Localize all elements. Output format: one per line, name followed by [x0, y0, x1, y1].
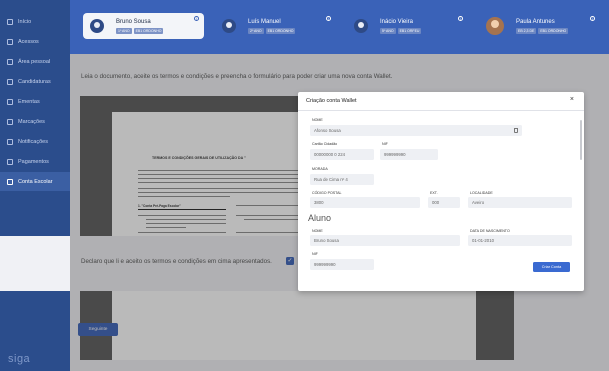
bell-icon — [7, 138, 13, 145]
sidebar-item-area-pessoal[interactable]: Área pessoal — [0, 52, 70, 71]
calendar-icon — [7, 118, 13, 125]
student-card-luis-manuel[interactable]: Luís Manuel 2º ANO EB1 ORDONHO i — [215, 13, 336, 39]
avatar — [222, 19, 236, 33]
nif-field[interactable]: 999999990 — [380, 149, 438, 160]
create-wallet-modal: Criação conta Wallet × NOME Afonso Sousa… — [298, 92, 584, 291]
modal-scrollbar[interactable] — [580, 120, 582, 160]
aluno-section-heading: Aluno — [308, 213, 332, 223]
utensils-icon — [7, 98, 13, 105]
brand-logo: siga — [8, 353, 31, 365]
aluno-nif-label: NIF — [312, 252, 318, 256]
student-name: Bruno Sousa — [116, 18, 151, 25]
data-nascimento-field[interactable]: 01-01-2010 — [468, 235, 572, 246]
student-card-bruno-sousa[interactable]: Bruno Sousa 1º ANO EB1 ORDONHO i — [83, 13, 204, 39]
school-badge: EB1 ORDONHO — [538, 27, 569, 34]
morada-field[interactable]: Rua de Cima nº 4 — [310, 174, 374, 185]
sidebar-item-label: Marcações — [18, 118, 45, 125]
nome-label: NOME — [312, 118, 323, 122]
cartao-cidadao-field[interactable]: 00000000 0 224 — [310, 149, 374, 160]
morada-label: MORADA — [312, 167, 328, 171]
ext-field[interactable]: 000 — [428, 197, 460, 208]
sidebar: Início Acessos Área pessoal Candidaturas… — [0, 0, 70, 371]
home-icon — [7, 18, 13, 25]
ext-label: EXT. — [430, 191, 438, 195]
modal-divider — [298, 110, 584, 111]
data-nascimento-label: DATA DE NASCIMENTO — [470, 229, 510, 233]
aluno-nif-field[interactable]: 999999990 — [310, 259, 374, 270]
payment-icon — [7, 158, 13, 165]
student-name: Paula Antunes — [516, 18, 555, 25]
avatar — [486, 17, 504, 35]
nome-value: Afonso Sousa — [314, 128, 341, 133]
sidebar-item-candidaturas[interactable]: Candidaturas — [0, 72, 70, 91]
student-name: Inácio Vieira — [380, 18, 413, 25]
create-account-button[interactable]: Criar Conta — [533, 262, 570, 272]
sidebar-item-label: Candidaturas — [18, 78, 51, 85]
localidade-field[interactable]: Aveiro — [468, 197, 572, 208]
student-selector-bar: Bruno Sousa 1º ANO EB1 ORDONHO i Luís Ma… — [70, 0, 609, 54]
avatar — [354, 19, 368, 33]
sidebar-item-acessos[interactable]: Acessos — [0, 32, 70, 51]
close-icon[interactable]: × — [570, 96, 574, 103]
avatar — [90, 19, 104, 33]
grade-badge: 2º ANO — [248, 27, 264, 34]
school-badge: EB1 ORFEU — [397, 27, 422, 34]
cc-label: Cartão Cidadão — [312, 142, 338, 146]
key-icon — [7, 38, 13, 45]
sidebar-item-ementas[interactable]: Ementas — [0, 92, 70, 111]
localidade-label: LOCALIDADE — [470, 191, 493, 195]
student-name: Luís Manuel — [248, 18, 281, 25]
codigo-postal-field[interactable]: 3800 — [310, 197, 420, 208]
sidebar-item-label: Início — [18, 18, 32, 25]
sidebar-item-notificacoes[interactable]: Notificações — [0, 132, 70, 151]
clipboard-icon — [7, 78, 13, 85]
school-badge: EB1 ORDONHO — [265, 27, 296, 34]
sidebar-item-label: Notificações — [18, 138, 48, 145]
grade-badge: 5º ANO — [380, 27, 396, 34]
grade-badge: EB 2,3 DE — [516, 27, 537, 34]
student-card-paula-antunes[interactable]: Paula Antunes EB 2,3 DE EB1 ORDONHO i — [479, 13, 600, 39]
nif-label: NIF — [382, 142, 388, 146]
nome-field[interactable]: Afonso Sousa — [310, 125, 522, 136]
user-icon — [7, 58, 13, 65]
aluno-nome-field[interactable]: Bruno Sousa — [310, 235, 460, 246]
info-icon[interactable]: i — [326, 16, 331, 21]
sidebar-item-conta-escolar[interactable]: Conta Escolar — [0, 172, 70, 191]
sidebar-menu: Início Acessos Área pessoal Candidaturas… — [0, 0, 70, 191]
aluno-nome-label: NOME — [312, 229, 323, 233]
sidebar-item-pagamentos[interactable]: Pagamentos — [0, 152, 70, 171]
sidebar-item-label: Ementas — [18, 98, 40, 105]
grade-badge: 1º ANO — [116, 27, 132, 34]
info-icon[interactable]: i — [194, 16, 199, 21]
trash-icon[interactable] — [514, 128, 518, 133]
sidebar-item-marcacoes[interactable]: Marcações — [0, 112, 70, 131]
sidebar-item-label: Acessos — [18, 38, 39, 45]
card-icon — [7, 178, 13, 185]
student-card-inacio-vieira[interactable]: Inácio Vieira 5º ANO EB1 ORFEU i — [347, 13, 468, 39]
info-icon[interactable]: i — [590, 16, 595, 21]
sidebar-item-label: Conta Escolar — [18, 178, 53, 185]
modal-title: Criação conta Wallet — [306, 98, 357, 104]
school-badge: EB1 ORDONHO — [133, 27, 164, 34]
sidebar-item-label: Área pessoal — [18, 58, 51, 65]
codigo-postal-label: CÓDIGO POSTAL — [312, 191, 342, 195]
info-icon[interactable]: i — [458, 16, 463, 21]
sidebar-item-label: Pagamentos — [18, 158, 49, 165]
sidebar-item-inicio[interactable]: Início — [0, 12, 70, 31]
